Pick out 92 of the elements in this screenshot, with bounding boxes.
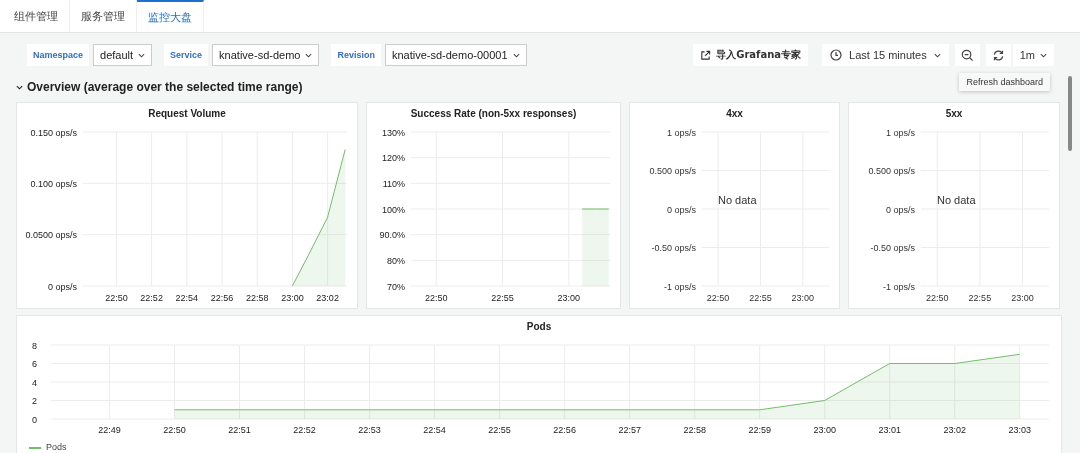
- axis-tick-label: 22:55: [749, 293, 772, 303]
- caret-icon: [933, 52, 941, 58]
- no-data-message: No data: [718, 194, 757, 206]
- axis-tick-label: 0.0500 ops/s: [25, 230, 77, 241]
- axis-tick-label: 0 ops/s: [47, 281, 77, 292]
- axis-tick-label: 23:02: [943, 425, 966, 435]
- panel-title: Pods: [525, 320, 553, 334]
- axis-tick-label: 23:00: [281, 293, 304, 303]
- axis-tick-label: 130%: [381, 127, 405, 138]
- variable-select[interactable]: default: [93, 44, 153, 66]
- tooltip: Refresh dashboard: [959, 73, 1050, 91]
- axis-tick-label: 23:03: [1008, 425, 1031, 435]
- axis-tick-label: 22:54: [175, 293, 199, 303]
- panel-title: 4xx: [725, 107, 744, 121]
- variable-select[interactable]: knative-sd-demo: [212, 44, 320, 66]
- caret-icon[interactable]: [16, 83, 23, 91]
- external-link-icon: [700, 49, 712, 61]
- caret-icon: [512, 52, 520, 58]
- axis-tick-label: 0.500 ops/s: [868, 166, 915, 176]
- axis-tick-label: 22:56: [210, 293, 234, 303]
- axis-tick-label: 23:00: [791, 293, 814, 303]
- variable-label: Revision: [331, 44, 381, 66]
- axis-tick-label: 23:00: [813, 425, 836, 435]
- variable-label: Service: [164, 44, 209, 66]
- axis-tick-label: 22:55: [488, 425, 511, 435]
- axis-tick-label: 22:52: [293, 425, 316, 435]
- axis-tick-label: 22:58: [683, 425, 706, 435]
- axis-tick-label: 90.0%: [379, 230, 405, 241]
- row-title[interactable]: Overview (average over the selected time range): [27, 80, 303, 94]
- refresh-icon: [991, 48, 1005, 62]
- zoom-out-button[interactable]: [954, 44, 980, 66]
- axis-tick-label: 70%: [387, 281, 405, 292]
- caret-icon: [305, 52, 313, 58]
- axis-tick-label: 22:55: [968, 293, 992, 303]
- variable-label: Namespace: [27, 44, 90, 66]
- axis-tick-label: 0: [32, 414, 37, 425]
- panel-title: Request Volume: [147, 107, 227, 121]
- panel-title: Success Rate (non-5xx responses): [409, 107, 578, 121]
- axis-tick-label: 22:49: [98, 425, 121, 435]
- tab[interactable]: 监控大盘: [137, 0, 204, 32]
- axis-tick-label: 2: [32, 396, 37, 406]
- axis-tick-label: 4: [32, 377, 37, 388]
- axis-tick-label: 22:50: [105, 293, 128, 303]
- legend-swatch: [29, 446, 41, 449]
- axis-tick-label: 22:57: [618, 425, 641, 435]
- no-data-message: No data: [937, 194, 976, 206]
- variable-select[interactable]: knative-sd-demo-00001: [384, 44, 527, 66]
- axis-tick-label: 0 ops/s: [885, 204, 915, 215]
- axis-tick-label: 22:53: [358, 425, 381, 435]
- axis-tick-label: 100%: [381, 204, 405, 215]
- axis-tick-label: 23:00: [1011, 293, 1034, 303]
- import-button[interactable]: 导入Grafana专家: [693, 44, 809, 66]
- axis-tick-label: 120%: [381, 153, 405, 164]
- axis-tick-label: -1 ops/s: [664, 281, 696, 292]
- clock-icon: [830, 49, 843, 61]
- axis-tick-label: 22:50: [706, 293, 730, 303]
- axis-tick-label: -1 ops/s: [883, 281, 915, 292]
- axis-tick-label: 22:50: [925, 293, 949, 303]
- refresh-button[interactable]: [985, 44, 1011, 66]
- axis-tick-label: 23:00: [557, 293, 581, 303]
- panel-title: 5xx: [944, 107, 964, 121]
- axis-tick-label: 22:52: [140, 293, 163, 303]
- axis-tick-label: 80%: [387, 255, 405, 266]
- axis-tick-label: -0.50 ops/s: [651, 243, 696, 253]
- axis-tick-label: 22:55: [491, 293, 514, 303]
- scrollbar-thumb[interactable]: [1068, 76, 1072, 151]
- axis-tick-label: 22:58: [245, 293, 269, 303]
- axis-tick-label: 110%: [382, 178, 405, 189]
- axis-tick-label: 6: [32, 359, 37, 369]
- axis-tick-label: 0.500 ops/s: [649, 166, 696, 176]
- axis-tick-label: 0.150 ops/s: [30, 127, 77, 138]
- axis-tick-label: 23:01: [878, 425, 901, 435]
- axis-tick-label: 1 ops/s: [666, 127, 696, 138]
- axis-tick-label: 0 ops/s: [666, 204, 696, 215]
- caret-icon: [138, 52, 146, 58]
- legend-label[interactable]: Pods: [46, 442, 67, 453]
- axis-tick-label: 1 ops/s: [885, 127, 915, 138]
- axis-tick-label: 22:54: [423, 425, 446, 435]
- axis-tick-label: 23:02: [316, 293, 339, 303]
- tab[interactable]: 组件管理: [3, 0, 70, 32]
- axis-tick-label: 22:56: [553, 425, 576, 435]
- zoom-out-icon: [960, 48, 974, 62]
- axis-tick-label: 0.100 ops/s: [30, 178, 77, 189]
- time-range-picker[interactable]: Last 15 minutes: [822, 44, 949, 66]
- axis-tick-label: 8: [32, 340, 37, 351]
- axis-tick-label: -0.50 ops/s: [870, 243, 915, 253]
- axis-tick-label: 22:59: [748, 425, 771, 435]
- axis-tick-label: 22:51: [228, 425, 251, 435]
- axis-tick-label: 22:50: [424, 293, 448, 303]
- refresh-interval-select[interactable]: 1m: [1012, 44, 1054, 66]
- caret-icon: [1040, 52, 1047, 58]
- axis-tick-label: 22:50: [163, 425, 186, 435]
